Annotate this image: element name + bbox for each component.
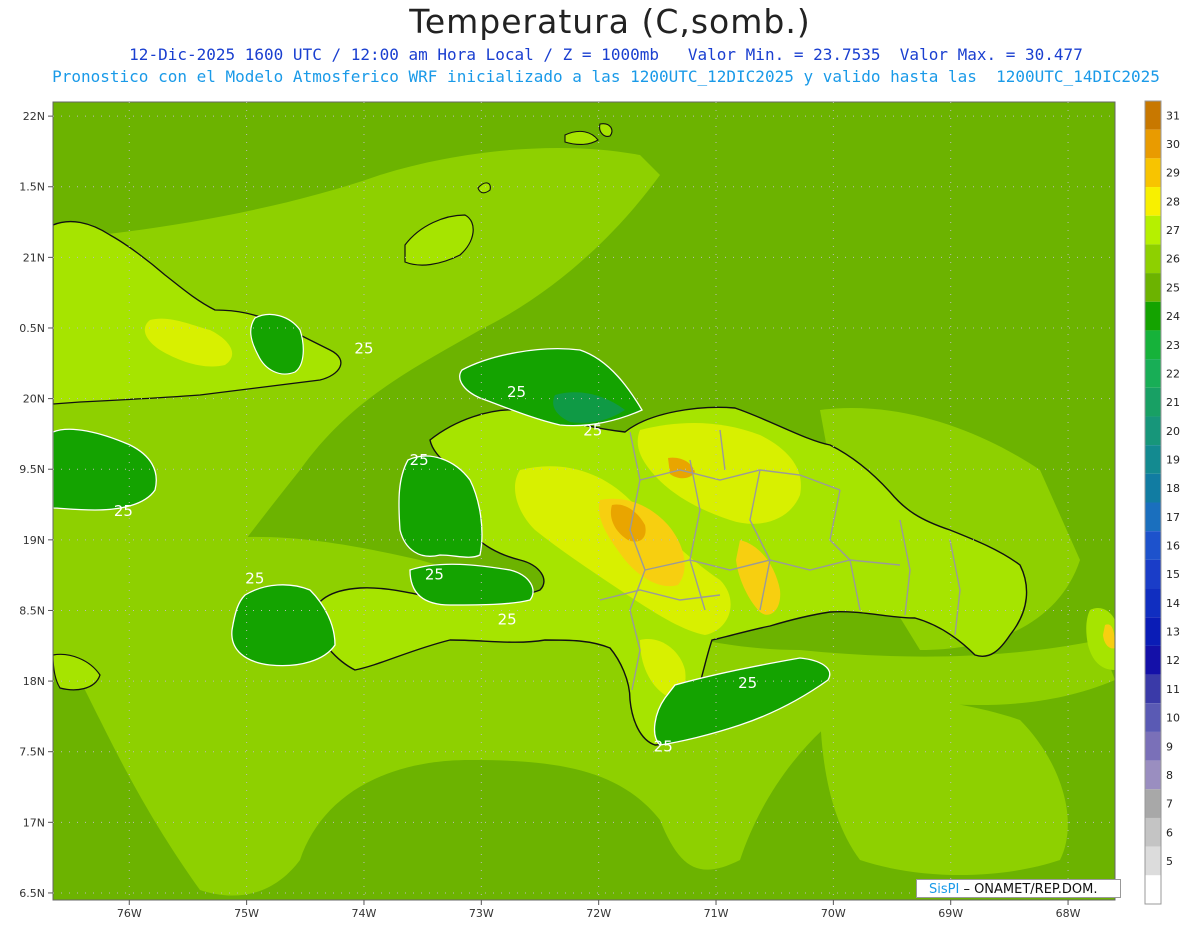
legend-swatch (1145, 817, 1161, 847)
legend-label: 6 (1166, 826, 1173, 839)
tick-label-lat: 17N (23, 816, 45, 829)
legend-swatch (1145, 416, 1161, 446)
legend-label: 25 (1166, 281, 1180, 294)
legend-label: 5 (1166, 855, 1173, 868)
legend-label: 26 (1166, 253, 1180, 266)
legend-swatch (1145, 273, 1161, 302)
tick-label-lat: 0.5N (19, 322, 45, 335)
tick-label-lon: 70W (821, 907, 846, 920)
legend-swatch (1145, 559, 1161, 589)
contour-label: 25 (354, 339, 373, 357)
tick-label-lat: 8.5N (19, 604, 45, 617)
tick-label-lat: 6.5N (19, 887, 45, 900)
forecast-map: 76W 75W 74W 73W 72W 71W 70W 69W 68W 6.5N 17N 7.5N 18… (19, 100, 1180, 920)
legend-swatch (1145, 760, 1161, 790)
legend-swatch (1145, 101, 1161, 130)
legend-label: 11 (1166, 683, 1180, 696)
credit-separator: – (959, 882, 975, 897)
legend-label: 30 (1166, 138, 1180, 151)
legend-swatch (1145, 731, 1161, 761)
legend-swatch (1145, 674, 1161, 704)
legend-swatch (1145, 473, 1161, 503)
legend-label: 14 (1166, 597, 1180, 610)
legend-label: 31 (1166, 109, 1180, 122)
legend-swatch (1145, 875, 1161, 904)
tick-label-lon: 76W (117, 907, 142, 920)
tick-label-lat: 19N (23, 534, 45, 547)
legend-label: 29 (1166, 167, 1180, 180)
legend-swatch (1145, 645, 1161, 675)
tick-label-lon: 74W (352, 907, 377, 920)
contour-label: 25 (654, 738, 673, 756)
tick-label-lon: 72W (586, 907, 611, 920)
legend-label: 12 (1166, 654, 1180, 667)
legend-label: 8 (1166, 769, 1173, 782)
contour-label: 25 (245, 570, 264, 588)
legend-label: 17 (1166, 511, 1180, 524)
color-legend: 31 30 29 28 27 26 25 24 23 22 21 20 19 18 17 16 15 14 13 12… (1144, 100, 1180, 905)
brand-logo: SisPI (929, 882, 960, 897)
legend-label: 16 (1166, 540, 1180, 553)
legend-label: 23 (1166, 339, 1180, 352)
legend-swatch (1145, 789, 1161, 818)
legend-label: 20 (1166, 425, 1180, 438)
tick-label-lon: 73W (469, 907, 494, 920)
contour-label: 25 (114, 502, 133, 520)
tick-label-lat: 22N (23, 110, 45, 123)
legend-swatch (1145, 588, 1161, 618)
tick-label-lon: 68W (1056, 907, 1081, 920)
credit-org: ONAMET/REP.DOM. (974, 882, 1098, 897)
legend-swatch (1145, 387, 1161, 417)
legend-swatch (1145, 846, 1161, 876)
tick-label-lon: 71W (704, 907, 729, 920)
legend-label: 15 (1166, 568, 1180, 581)
legend-swatch (1145, 129, 1161, 159)
tick-label-lon: 69W (938, 907, 963, 920)
contour-label: 25 (507, 383, 526, 401)
legend-label: 18 (1166, 482, 1180, 495)
legend-label: 22 (1166, 367, 1180, 380)
legend-swatch (1145, 187, 1161, 216)
legend-swatch (1145, 215, 1161, 245)
contour-label: 25 (738, 674, 757, 692)
contour-label: 25 (498, 611, 517, 629)
legend-swatch (1145, 301, 1161, 331)
tick-label-lat: 9.5N (19, 463, 45, 476)
tick-label-lat: 21N (23, 251, 45, 264)
legend-label: 10 (1166, 712, 1180, 725)
legend-swatch (1145, 531, 1161, 560)
legend-swatch (1145, 445, 1161, 474)
contour-label: 25 (410, 451, 429, 469)
contour-label: 25 (425, 565, 444, 583)
tick-label-lon: 75W (234, 907, 259, 920)
legend-label: 21 (1166, 396, 1180, 409)
tick-label-lat: 18N (23, 675, 45, 688)
legend-swatch (1145, 359, 1161, 388)
legend-swatch (1145, 330, 1161, 360)
legend-label: 27 (1166, 224, 1180, 237)
legend-label: 13 (1166, 626, 1180, 639)
legend-swatch (1145, 158, 1161, 188)
legend-label: 7 (1166, 798, 1173, 811)
legend-swatch (1145, 244, 1161, 274)
legend-swatch (1145, 502, 1161, 532)
forecast-time-line: 12-Dic-2025 1600 UTC / 12:00 am Hora Loc… (129, 45, 1083, 64)
legend-label: 28 (1166, 195, 1180, 208)
credit-box: SisPI – ONAMET/REP.DOM. (916, 879, 1121, 898)
tick-label-lat: 20N (23, 393, 45, 406)
legend-swatch (1145, 617, 1161, 646)
legend-label: 19 (1166, 453, 1180, 466)
page-title: Temperatura (C,somb.) (409, 2, 811, 41)
model-info-line: Pronostico con el Modelo Atmosferico WRF… (52, 67, 1160, 86)
contour-label: 25 (583, 421, 602, 439)
tick-label-lat: 7.5N (19, 746, 45, 759)
legend-label: 9 (1166, 740, 1173, 753)
tick-label-lat: 1.5N (19, 181, 45, 194)
legend-swatch (1145, 703, 1161, 732)
legend-label: 24 (1166, 310, 1180, 323)
